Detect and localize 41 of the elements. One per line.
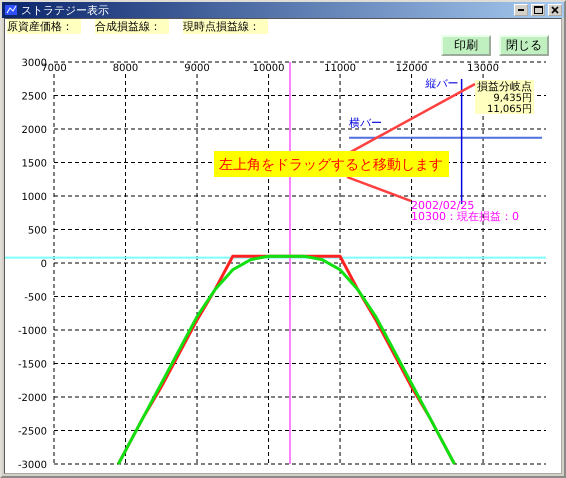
y-tick-label: -500 bbox=[24, 292, 47, 304]
x-tick-label: 8000 bbox=[112, 63, 138, 74]
y-tick-label: 0 bbox=[40, 259, 47, 270]
info-label: 合成損益線： bbox=[95, 19, 169, 34]
x-tick-label: 10000 bbox=[252, 63, 284, 74]
breakeven-box bbox=[475, 80, 534, 114]
x-tick-label: 11000 bbox=[324, 63, 356, 74]
chart-icon bbox=[4, 4, 18, 16]
cursor-date: 2002/02/25 bbox=[411, 199, 474, 212]
x-tick-label: 13000 bbox=[467, 63, 499, 74]
y-tick-label: 2500 bbox=[22, 92, 47, 102]
maximize-button[interactable] bbox=[531, 4, 545, 16]
drag-hint[interactable]: 左上角をドラッグすると移動します bbox=[214, 151, 449, 177]
leader-line bbox=[346, 176, 412, 202]
x-tick-label: 9000 bbox=[184, 63, 210, 74]
cursor-info: 10300：現在損益：0 bbox=[411, 210, 519, 223]
info-label: 現時点損益線： bbox=[183, 19, 268, 34]
x-tick-label: 12000 bbox=[396, 63, 428, 74]
breakeven-title: 損益分岐点 bbox=[477, 80, 532, 93]
close-button[interactable] bbox=[548, 4, 562, 16]
maximize-icon bbox=[534, 6, 542, 14]
y-tick-label: -1000 bbox=[18, 326, 47, 337]
window-title: ストラテジー表示 bbox=[21, 2, 110, 18]
y-tick-label: 1500 bbox=[22, 158, 47, 170]
y-tick-label: 500 bbox=[28, 226, 47, 236]
breakeven-value: 11,065円 bbox=[487, 104, 532, 115]
print-button[interactable]: 印刷 bbox=[441, 35, 491, 56]
minimize-button[interactable] bbox=[514, 4, 528, 16]
close-icon bbox=[551, 6, 559, 14]
y-tick-label: 1000 bbox=[22, 192, 47, 203]
horizontal-bar-label: 横バー bbox=[349, 116, 382, 130]
info-label: 原資産価格： bbox=[7, 19, 81, 34]
y-tick-label: -2000 bbox=[18, 393, 47, 404]
vertical-bar-label: 縦バー bbox=[426, 77, 459, 90]
y-tick-label: -2500 bbox=[18, 426, 47, 438]
close-window-button[interactable]: 閉じる bbox=[499, 35, 549, 56]
y-tick-label: -1500 bbox=[18, 360, 47, 370]
y-tick-label: -3000 bbox=[18, 460, 47, 470]
minimize-icon bbox=[518, 9, 524, 11]
breakeven-value: 9,435円 bbox=[493, 93, 532, 104]
y-tick-label: 2000 bbox=[22, 125, 47, 136]
